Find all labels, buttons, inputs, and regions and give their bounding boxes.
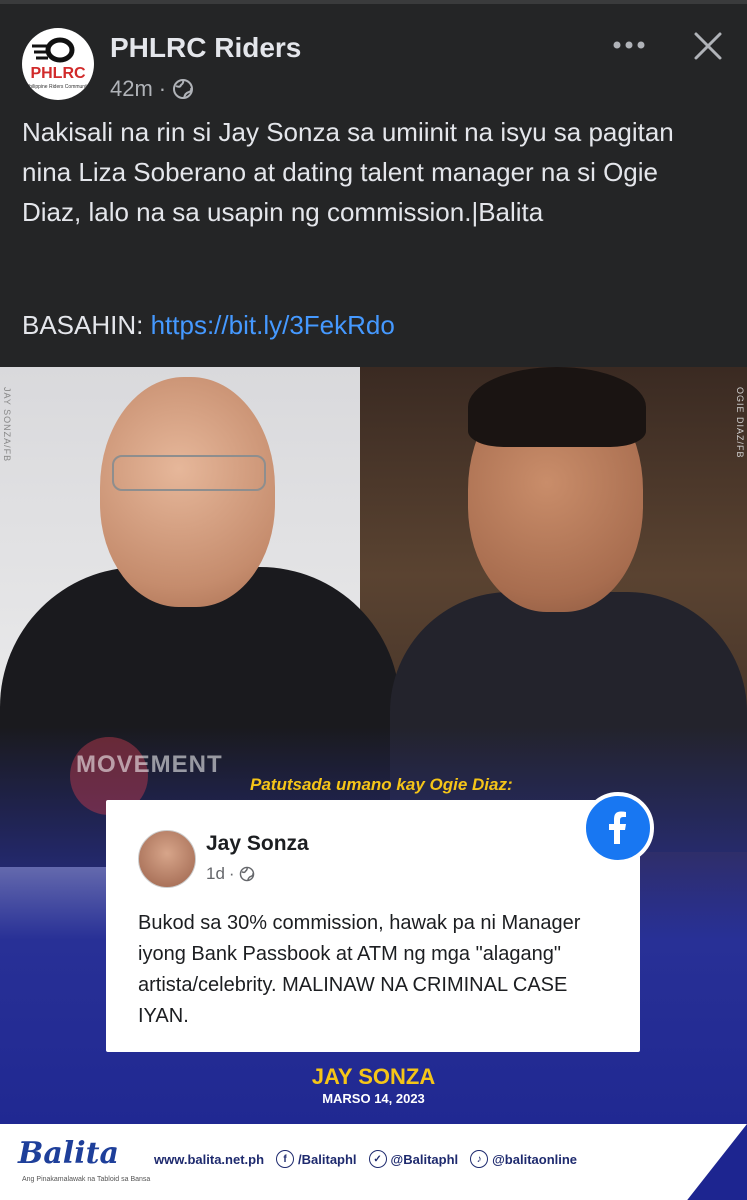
close-icon[interactable] xyxy=(690,28,726,64)
footer-twitter: ✓ @Balitaphl xyxy=(368,1150,459,1168)
article-link[interactable]: https://bit.ly/3FekRdo xyxy=(151,310,395,340)
balita-logo: Balita xyxy=(18,1136,119,1171)
footer-links: www.balita.net.ph f/Balitaphl ✓ @Balitaph… xyxy=(154,1150,577,1168)
read-label: BASAHIN: xyxy=(22,310,151,340)
globe-icon xyxy=(173,79,194,99)
meta-separator: · xyxy=(158,76,167,101)
quoted-time: 1d xyxy=(206,864,225,883)
page-avatar[interactable]: PHLRC Philippine Riders Community xyxy=(22,28,94,100)
read-more-line: BASAHIN: https://bit.ly/3FekRdo xyxy=(22,310,395,341)
quoted-avatar xyxy=(138,830,196,888)
facebook-icon xyxy=(582,792,654,864)
svg-text:Philippine Riders Community: Philippine Riders Community xyxy=(26,84,91,90)
image-caption: Patutsada umano kay Ogie Diaz: xyxy=(250,775,513,794)
facebook-icon: f xyxy=(276,1150,295,1168)
facebook-handle: /Balitaphl xyxy=(298,1151,357,1167)
tiktok-handle: @balitaonline xyxy=(492,1151,578,1167)
globe-icon xyxy=(239,866,254,882)
quoted-author: Jay Sonza xyxy=(206,832,309,855)
photo-credit-left: JAY SONZA/FB xyxy=(2,387,12,463)
shirt-watermark: MOVEMENT xyxy=(76,751,223,778)
website-text: www.balita.net.ph xyxy=(154,1151,265,1167)
post-body: Nakisali na rin si Jay Sonza sa umiinit … xyxy=(22,112,722,232)
post-body-text: Nakisali na rin si Jay Sonza sa umiinit … xyxy=(22,117,674,227)
byline-name: JAY SONZA xyxy=(311,1064,436,1089)
post-image[interactable]: JAY SONZA/FB OGIE DIAZ/FB MOVEMENT Patut… xyxy=(0,367,747,1200)
quoted-post-card: Jay Sonza 1d · Bukod sa 30% commission, … xyxy=(106,800,640,1052)
balita-footer: Balita Ang Pinakamalawak na Tabloid sa B… xyxy=(0,1124,747,1200)
quoted-text: Bukod sa 30% commission, hawak pa ni Man… xyxy=(138,912,581,1027)
phlrc-logo: PHLRC Philippine Riders Community xyxy=(26,37,91,90)
photo-credit-right: OGIE DIAZ/FB xyxy=(735,387,745,459)
more-horizontal-icon[interactable] xyxy=(612,30,646,60)
twitter-icon: ✓ xyxy=(368,1150,387,1168)
footer-website: www.balita.net.ph xyxy=(154,1152,264,1167)
person-right-hair xyxy=(468,367,646,447)
top-divider xyxy=(0,0,747,4)
footer-facebook: f/Balitaphl xyxy=(276,1150,357,1168)
eyeglasses xyxy=(112,455,266,491)
quoted-meta: 1d · xyxy=(206,864,255,884)
post-time[interactable]: 42m xyxy=(110,76,153,102)
quoted-separator: · xyxy=(228,864,235,883)
post-meta: 42m · xyxy=(110,76,194,102)
svg-text:PHLRC: PHLRC xyxy=(30,65,86,82)
person-left-face xyxy=(100,377,275,607)
byline-date: MARSO 14, 2023 xyxy=(322,1091,425,1106)
page-name[interactable]: PHLRC Riders xyxy=(110,32,301,64)
balita-logo-text: Balita xyxy=(18,1136,119,1171)
tiktok-icon: ♪ xyxy=(470,1150,489,1168)
facebook-f-glyph xyxy=(609,811,626,844)
twitter-handle: @Balitaphl xyxy=(390,1151,459,1167)
balita-tagline: Ang Pinakamalawak na Tabloid sa Bansa xyxy=(22,1176,151,1183)
footer-tiktok: ♪ @balitaonline xyxy=(470,1150,577,1168)
